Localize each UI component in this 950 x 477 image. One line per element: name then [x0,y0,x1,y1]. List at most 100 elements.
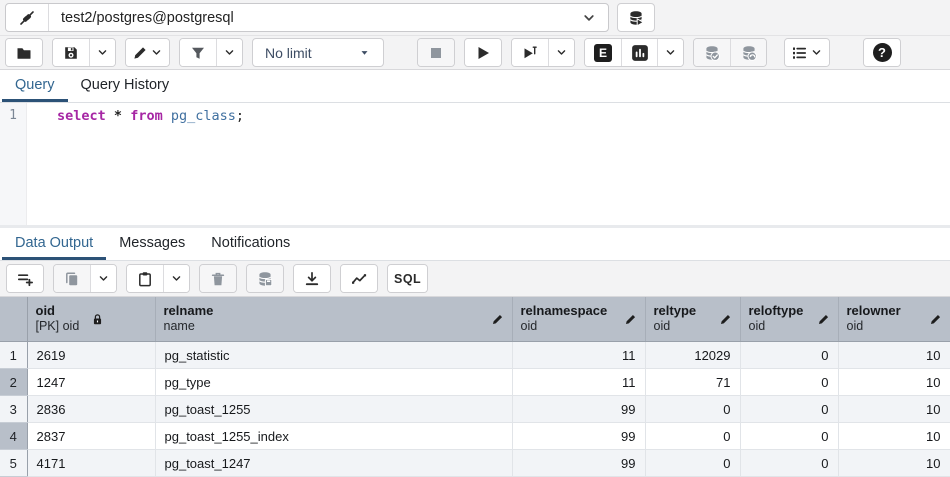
edit-menu-button[interactable] [126,39,169,66]
tab-notifications[interactable]: Notifications [198,228,303,260]
cell[interactable]: 1247 [27,369,155,396]
show-sql-button[interactable]: SQL [388,265,427,292]
cell[interactable]: pg_type [155,369,512,396]
new-connection-button[interactable] [617,3,655,32]
cell[interactable]: 99 [512,423,645,450]
cell[interactable]: 10 [838,450,950,477]
cell[interactable]: 11 [512,369,645,396]
row-number[interactable]: 1 [0,342,27,369]
sql-line: select * from pg_class; [57,108,950,124]
paste-dropdown-chevron-icon[interactable] [163,265,189,292]
cell[interactable]: 11 [512,342,645,369]
cell[interactable]: 10 [838,396,950,423]
cell[interactable]: pg_toast_1255 [155,396,512,423]
macros-button[interactable] [785,39,829,66]
cell[interactable]: 2837 [27,423,155,450]
explain-analyze-button[interactable] [621,39,657,66]
cell[interactable]: 0 [740,342,838,369]
help-button[interactable]: ? [864,39,900,66]
cancel-query-button[interactable] [418,39,454,66]
cell[interactable]: 0 [740,450,838,477]
pencil-icon[interactable] [624,313,637,326]
code-area[interactable]: select * from pg_class; [27,103,950,225]
data-output-toolbar: SQL [0,261,950,297]
sql-editor[interactable]: 1 select * from pg_class; [0,103,950,225]
row-number[interactable]: 2 [0,369,27,396]
editor-gutter[interactable]: 1 [0,103,27,225]
paste-button[interactable] [127,265,163,292]
copy-button[interactable] [54,265,90,292]
pencil-icon[interactable] [817,313,830,326]
save-dropdown-chevron-icon[interactable] [89,39,115,66]
save-file-button[interactable] [53,39,89,66]
open-file-button[interactable] [6,39,42,66]
cell[interactable]: 0 [740,396,838,423]
filter-button[interactable] [180,39,216,66]
cell[interactable]: 2619 [27,342,155,369]
execute-dropdown-chevron-icon[interactable] [548,39,574,66]
save-data-changes-button[interactable] [247,265,283,292]
column-header-reloftype[interactable]: reloftypeoid [740,297,838,342]
explain-button[interactable]: E [585,39,621,66]
row-limit-select[interactable]: No limit [252,38,384,67]
graph-visualiser-button[interactable] [341,265,377,292]
copy-dropdown-chevron-icon[interactable] [90,265,116,292]
execute-button[interactable] [465,39,501,66]
column-name: oid [36,303,80,319]
pencil-icon[interactable] [929,313,942,326]
cell[interactable]: 0 [740,423,838,450]
cell[interactable]: 10 [838,423,950,450]
download-results-button[interactable] [294,265,330,292]
commit-button[interactable] [694,39,730,66]
cell[interactable]: pg_toast_1255_index [155,423,512,450]
add-row-button[interactable] [7,265,43,292]
column-header-relnamespace[interactable]: relnamespaceoid [512,297,645,342]
connection-name[interactable]: test2/postgres@postgresql [49,4,570,31]
pencil-icon[interactable] [719,313,732,326]
tab-data-output[interactable]: Data Output [2,228,106,260]
table-row: 12619pg_statistic1112029010 [0,342,950,369]
cell[interactable]: 0 [645,423,740,450]
cell[interactable]: 0 [645,450,740,477]
cell[interactable]: 10 [838,342,950,369]
cell[interactable]: 99 [512,396,645,423]
connection-status-icon[interactable] [6,4,49,31]
pencil-icon[interactable] [491,313,504,326]
connection-selector[interactable]: test2/postgres@postgresql [5,3,609,32]
cell[interactable]: pg_toast_1247 [155,450,512,477]
help-icon: ? [873,43,892,62]
table-row: 21247pg_type1171010 [0,369,950,396]
column-header-reltype[interactable]: reltypeoid [645,297,740,342]
explain-dropdown-chevron-icon[interactable] [657,39,683,66]
select-all-cell[interactable] [0,297,27,342]
column-type: oid [521,319,608,335]
column-header-relowner[interactable]: relowneroid [838,297,950,342]
delete-row-button[interactable] [200,265,236,292]
tab-messages[interactable]: Messages [106,228,198,260]
row-number[interactable]: 5 [0,450,27,477]
chevron-down-icon[interactable] [570,4,608,31]
execute-options-button[interactable] [512,39,548,66]
column-header-relname[interactable]: relnamename [155,297,512,342]
row-number[interactable]: 4 [0,423,27,450]
cell[interactable]: 0 [740,369,838,396]
cell[interactable]: 12029 [645,342,740,369]
cell[interactable]: 0 [645,396,740,423]
column-type: oid [749,319,804,335]
cell[interactable]: 99 [512,450,645,477]
cell[interactable]: 71 [645,369,740,396]
column-name: relname [164,303,214,319]
rollback-button[interactable] [730,39,766,66]
column-header-oid[interactable]: oid[PK] oid [27,297,155,342]
cell[interactable]: 10 [838,369,950,396]
cell[interactable]: 4171 [27,450,155,477]
grid-header-row: oid[PK] oidrelnamenamerelnamespaceoidrel… [0,297,950,342]
sql-token: from [130,108,163,124]
tab-query[interactable]: Query [2,70,68,102]
tab-query-history[interactable]: Query History [68,70,183,102]
column-name: reltype [654,303,697,319]
filter-dropdown-chevron-icon[interactable] [216,39,242,66]
cell[interactable]: pg_statistic [155,342,512,369]
row-number[interactable]: 3 [0,396,27,423]
cell[interactable]: 2836 [27,396,155,423]
